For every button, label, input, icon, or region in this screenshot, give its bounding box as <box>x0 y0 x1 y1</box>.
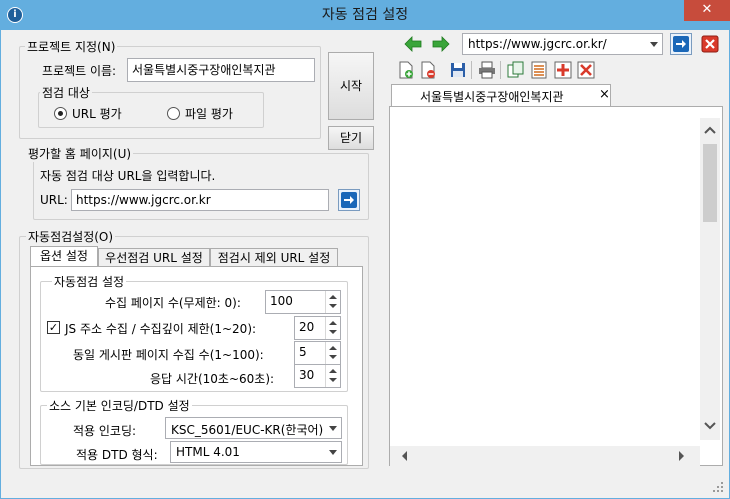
chevron-down-icon <box>329 426 337 431</box>
dtd-value: HTML 4.01 <box>176 445 240 459</box>
resize-grip-icon[interactable] <box>712 481 724 493</box>
close-button[interactable]: 닫기 <box>328 126 374 150</box>
list-icon[interactable] <box>530 61 548 79</box>
address-go-button[interactable] <box>670 33 692 55</box>
window-close-button[interactable]: ✕ <box>684 0 730 21</box>
document-tab-label: 서울특별시중구장애인복지관 <box>420 90 564 104</box>
url-label: URL: <box>40 193 68 207</box>
timeout-arrows[interactable] <box>325 365 340 387</box>
url-input[interactable]: https://www.jgcrc.or.kr <box>71 189 329 211</box>
js-collect-label: JS 주소 수집 / 수집깊이 제한(1~20): <box>65 322 257 336</box>
arrow-right-icon <box>341 192 357 208</box>
project-name-input[interactable]: 서울특별시중구장애인복지관 <box>127 58 315 82</box>
scroll-left-icon[interactable] <box>400 450 410 462</box>
js-depth-value: 20 <box>299 320 315 334</box>
address-bar[interactable]: https://www.jgcrc.or.kr/ <box>462 33 663 55</box>
collect-pages-label: 수집 페이지 수(무제한: 0): <box>105 296 241 310</box>
back-arrow-icon[interactable] <box>404 35 422 53</box>
chevron-down-icon <box>650 42 658 47</box>
chevron-down-icon <box>329 450 337 455</box>
collect-pages-stepper[interactable]: 100 <box>265 290 341 314</box>
stop-icon[interactable] <box>701 35 719 53</box>
copy-pages-icon[interactable] <box>507 61 525 79</box>
address-value: https://www.jgcrc.or.kr/ <box>468 37 607 51</box>
remove-cell-icon[interactable] <box>577 61 595 79</box>
new-document-icon[interactable] <box>397 61 415 79</box>
tab-close-icon[interactable]: × <box>599 87 610 102</box>
collect-pages-value: 100 <box>270 294 293 308</box>
project-legend: 프로젝트 지정(N) <box>25 38 118 55</box>
encoding-select[interactable]: KSC_5601/EUC-KR(한국어) <box>165 417 342 439</box>
scroll-right-icon[interactable] <box>676 450 686 462</box>
board-pages-label: 동일 게시판 페이지 수집 수(1~100): <box>73 348 264 362</box>
forward-arrow-icon[interactable] <box>432 35 450 53</box>
horizontal-scrollbar[interactable] <box>390 446 700 466</box>
timeout-stepper[interactable]: 30 <box>294 364 341 388</box>
radio-file-eval-label: 파일 평가 <box>185 107 233 121</box>
radio-file-eval[interactable] <box>167 107 180 120</box>
document-tab[interactable]: 서울특별시중구장애인복지관 × <box>391 84 611 107</box>
target-legend: 점검 대상 <box>40 84 92 101</box>
collect-pages-arrows[interactable] <box>325 291 340 313</box>
window-title: 자동 점검 설정 <box>321 7 409 23</box>
scroll-up-icon[interactable] <box>703 125 717 135</box>
url-go-button[interactable] <box>338 189 360 211</box>
auto-settings-legend: 자동점검설정(O) <box>26 228 116 245</box>
encoding-legend: 소스 기본 인코딩/DTD 설정 <box>47 397 192 414</box>
tab-exclude-url[interactable]: 점검시 제외 URL 설정 <box>210 248 338 267</box>
scroll-down-icon[interactable] <box>703 421 717 431</box>
encoding-label: 적용 인코딩: <box>73 424 137 438</box>
start-button[interactable]: 시작 <box>328 52 374 120</box>
radio-url-eval[interactable] <box>54 107 67 120</box>
js-collect-checkbox[interactable]: ✓ <box>47 321 60 334</box>
board-pages-arrows[interactable] <box>325 342 340 364</box>
add-cell-icon[interactable] <box>554 61 572 79</box>
collect-legend: 자동점검 설정 <box>52 273 127 290</box>
radio-url-eval-label: URL 평가 <box>72 107 122 121</box>
tab-priority-url[interactable]: 우선점검 URL 설정 <box>98 248 210 267</box>
save-icon[interactable] <box>449 61 467 79</box>
timeout-label: 응답 시간(10초~60초): <box>150 372 275 386</box>
board-pages-value: 5 <box>299 345 307 359</box>
delete-document-icon[interactable] <box>419 61 437 79</box>
js-depth-arrows[interactable] <box>325 317 340 339</box>
dtd-label: 적용 DTD 형식: <box>76 448 158 462</box>
print-icon[interactable] <box>478 61 496 79</box>
project-name-label: 프로젝트 이름: <box>42 64 117 78</box>
homepage-legend: 평가할 홈 페이지(U) <box>26 145 134 162</box>
web-view[interactable] <box>389 106 723 466</box>
tab-options[interactable]: 옵션 설정 <box>30 246 98 267</box>
homepage-instruction: 자동 점검 대상 URL을 입력합니다. <box>40 169 216 183</box>
encoding-value: KSC_5601/EUC-KR(한국어) <box>171 423 324 437</box>
timeout-value: 30 <box>299 368 315 382</box>
js-depth-stepper[interactable]: 20 <box>294 316 341 340</box>
toolbar-separator <box>471 61 472 79</box>
board-pages-stepper[interactable]: 5 <box>294 341 341 365</box>
arrow-right-icon <box>673 36 689 52</box>
dtd-select[interactable]: HTML 4.01 <box>170 441 342 463</box>
toolbar-separator <box>500 61 501 79</box>
vertical-scroll-thumb[interactable] <box>703 144 717 222</box>
